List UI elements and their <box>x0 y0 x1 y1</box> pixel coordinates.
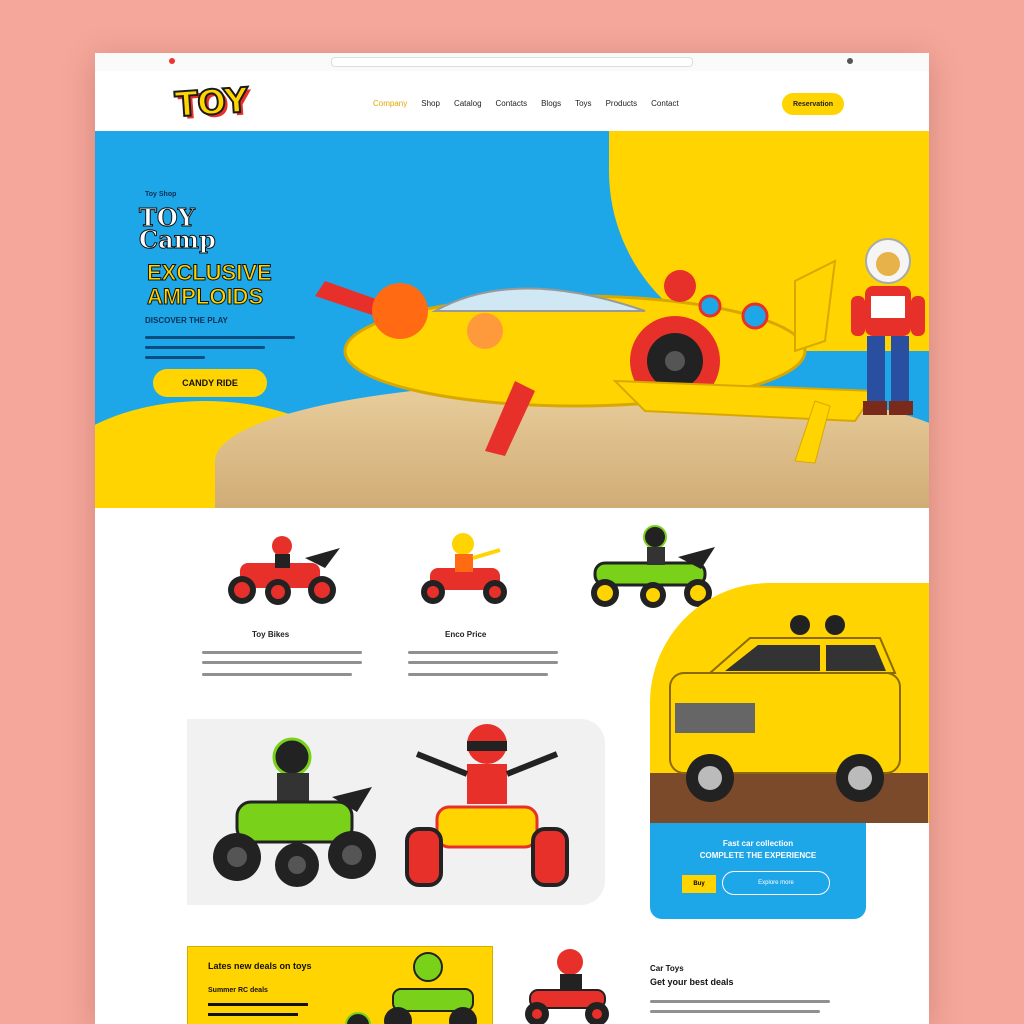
hero-title-line4: AMPLOIDS <box>147 284 264 309</box>
quad-bike-red-image <box>228 536 340 605</box>
bottom-text-line <box>650 1000 830 1003</box>
robot-figure-image <box>851 238 925 415</box>
product-showcase <box>187 719 605 905</box>
bottom-red-quad-image <box>525 949 609 1024</box>
hero-title-line3: EXCLUSIVE <box>147 260 273 285</box>
quad-bike-green-image <box>591 525 715 608</box>
bottom-section-title: Car Toys <box>650 964 684 973</box>
product-desc-line <box>202 661 362 664</box>
promo-text-line <box>208 1013 298 1016</box>
header-cta-button[interactable]: Reservation <box>782 93 844 115</box>
suv-buy-button[interactable]: Buy <box>682 875 716 893</box>
product-title[interactable]: Toy Bikes <box>252 630 289 639</box>
quad-bike-yellow-rider-image <box>421 533 507 604</box>
product-desc-line <box>408 673 548 676</box>
hero-cta-button[interactable]: CANDY RIDE <box>153 369 267 397</box>
nav-item-company[interactable]: Company <box>373 99 407 108</box>
hero-text-line <box>145 356 205 359</box>
hero-text-line <box>145 336 295 339</box>
nav-item-products[interactable]: Products <box>606 99 638 108</box>
nav-item-shop[interactable]: Shop <box>421 99 440 108</box>
main-nav: Company Shop Catalog Contacts Blogs Toys… <box>373 99 679 108</box>
suv-heading: Fast car collection <box>722 839 794 848</box>
page: TOY Company Shop Catalog Contacts Blogs … <box>95 53 929 1024</box>
product-desc-line <box>202 651 362 654</box>
hero-banner: Toy Shop TOY Camp EXCLUSIVE AMPLOIDS DIS… <box>95 131 929 508</box>
nav-item-contacts[interactable]: Contacts <box>496 99 528 108</box>
suv-subheading: COMPLETE THE EXPERIENCE <box>699 851 817 860</box>
promo-green-quad-image <box>345 952 477 1024</box>
search-input[interactable] <box>331 57 693 67</box>
nav-item-catalog[interactable]: Catalog <box>454 99 482 108</box>
suv-info-panel: Fast car collection COMPLETE THE EXPERIE… <box>650 823 866 919</box>
nav-item-contact[interactable]: Contact <box>651 99 679 108</box>
promo-subtitle: Summer RC deals <box>208 987 268 994</box>
utility-bar <box>95 53 929 72</box>
suv-explore-button[interactable]: Explore more <box>722 871 830 895</box>
hero-kicker: Toy Shop <box>145 191 177 198</box>
green-quad-bike-image[interactable] <box>202 727 382 897</box>
hero-subtitle: DISCOVER THE PLAY <box>145 316 228 325</box>
nav-item-toys[interactable]: Toys <box>575 99 591 108</box>
nav-item-blogs[interactable]: Blogs <box>541 99 561 108</box>
site-header: TOY Company Shop Catalog Contacts Blogs … <box>95 71 929 131</box>
red-quad-bike-image[interactable] <box>397 719 577 899</box>
product-desc-line <box>408 661 558 664</box>
product-title[interactable]: Enco Price <box>445 630 486 639</box>
hero-text-line <box>145 346 265 349</box>
brand-dot-icon <box>169 58 175 64</box>
promo-title: Lates new deals on toys <box>208 961 312 971</box>
product-desc-line <box>408 651 558 654</box>
toy-airplane-image <box>315 259 875 464</box>
product-desc-line <box>202 673 352 676</box>
hero-title: TOY Camp <box>139 205 217 254</box>
hero-headline: EXCLUSIVE AMPLOIDS <box>147 260 273 309</box>
bottom-text-line <box>650 1010 820 1013</box>
promo-text-line <box>208 1003 308 1006</box>
cart-icon[interactable] <box>847 58 853 64</box>
hero-title-line2: Camp <box>139 225 217 254</box>
promo-banner[interactable]: Lates new deals on toys Summer RC deals <box>187 946 493 1024</box>
logo[interactable]: TOY <box>173 80 250 127</box>
bottom-section-subtitle: Get your best deals <box>650 977 734 987</box>
yellow-suv-image[interactable] <box>650 613 928 823</box>
